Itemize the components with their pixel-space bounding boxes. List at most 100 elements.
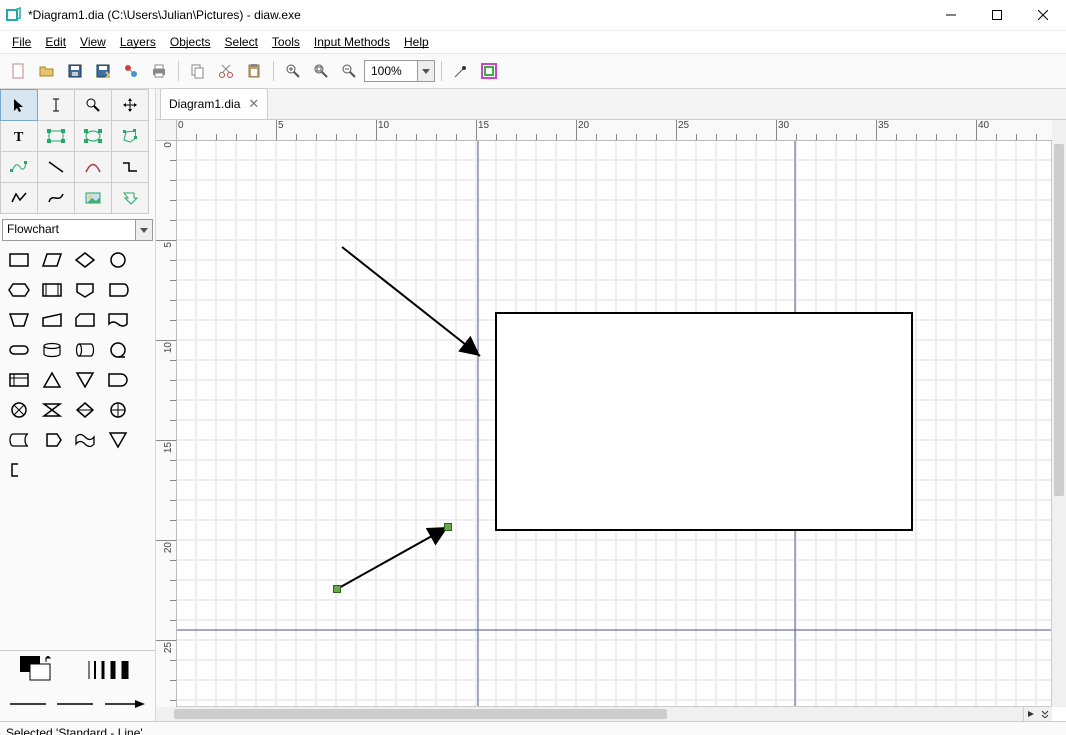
tool-pointer[interactable]	[0, 89, 38, 121]
shapeset-selector[interactable]: Flowchart	[2, 219, 153, 241]
tab-close-icon[interactable]: ✕	[248, 96, 259, 112]
shape-sort[interactable]	[68, 395, 101, 425]
snap-point-button[interactable]	[448, 58, 474, 84]
object-arrow-2-selected[interactable]	[337, 527, 448, 589]
paste-button[interactable]	[241, 58, 267, 84]
save-as-button[interactable]	[90, 58, 116, 84]
shape-internal[interactable]	[2, 365, 35, 395]
shape-terminal[interactable]	[2, 335, 35, 365]
tool-image[interactable]	[74, 182, 112, 214]
shape-delay[interactable]	[101, 365, 134, 395]
tool-outline[interactable]	[111, 182, 149, 214]
canvas-objects-layer	[176, 140, 1052, 707]
shape-manual-input[interactable]	[35, 305, 68, 335]
shape-or[interactable]	[101, 395, 134, 425]
zoom-fit-button[interactable]	[308, 58, 334, 84]
shape-offpage[interactable]	[68, 275, 101, 305]
menu-edit[interactable]: Edit	[39, 33, 72, 51]
document-tab[interactable]: Diagram1.dia ✕	[160, 88, 268, 119]
shape-merge[interactable]	[68, 365, 101, 395]
shapeset-dropdown-icon[interactable]	[135, 220, 152, 240]
print-button[interactable]	[146, 58, 172, 84]
drawing-canvas[interactable]	[176, 140, 1052, 707]
tool-ellipse[interactable]	[74, 120, 112, 152]
shape-tape[interactable]	[68, 425, 101, 455]
snap-object-button[interactable]	[476, 58, 502, 84]
arrow-end-style[interactable]	[103, 698, 147, 710]
scrollbar-h-thumb[interactable]	[174, 709, 667, 719]
minimize-button[interactable]	[928, 0, 974, 30]
selection-handle-start[interactable]	[333, 585, 341, 593]
copy-button[interactable]	[185, 58, 211, 84]
shape-manual-op[interactable]	[2, 305, 35, 335]
cut-button[interactable]	[213, 58, 239, 84]
tool-bezierline[interactable]	[37, 182, 75, 214]
save-button[interactable]	[62, 58, 88, 84]
menu-input-methods[interactable]: Input Methods	[308, 33, 396, 51]
nav-right-icon	[1027, 710, 1035, 718]
close-button[interactable]	[1020, 0, 1066, 30]
shape-document[interactable]	[101, 305, 134, 335]
shape-loop[interactable]	[35, 425, 68, 455]
zoom-combo[interactable]: 100%	[364, 60, 435, 82]
export-button[interactable]	[118, 58, 144, 84]
tool-text-edit[interactable]	[37, 89, 75, 121]
shape-collate[interactable]	[35, 395, 68, 425]
shape-predefined[interactable]	[35, 275, 68, 305]
shape-connector[interactable]	[101, 245, 134, 275]
shape-annotation[interactable]	[2, 455, 35, 485]
shape-display[interactable]	[101, 275, 134, 305]
fg-bg-swatch[interactable]	[20, 656, 52, 682]
zoom-out-button[interactable]	[336, 58, 362, 84]
tool-polygon[interactable]	[111, 120, 149, 152]
nav-arrows[interactable]	[1023, 707, 1052, 721]
shape-direct-data[interactable]	[68, 335, 101, 365]
tool-line[interactable]	[37, 151, 75, 183]
tool-arc[interactable]	[74, 151, 112, 183]
menu-select[interactable]: Select	[219, 33, 264, 51]
menu-layers[interactable]: Layers	[114, 33, 162, 51]
menu-tools[interactable]: Tools	[266, 33, 306, 51]
status-text: Selected 'Standard - Line'	[6, 726, 143, 735]
shape-database[interactable]	[35, 335, 68, 365]
object-rectangle[interactable]	[496, 313, 912, 530]
object-arrow-1[interactable]	[342, 247, 480, 356]
new-button[interactable]	[6, 58, 32, 84]
shape-sequential[interactable]	[101, 335, 134, 365]
maximize-button[interactable]	[974, 0, 1020, 30]
menu-objects[interactable]: Objects	[164, 33, 217, 51]
shape-stored-data[interactable]	[2, 425, 35, 455]
line-style[interactable]	[55, 698, 95, 710]
line-weight-preview[interactable]	[85, 657, 135, 681]
tool-scroll[interactable]	[111, 89, 149, 121]
arrow-start-style[interactable]	[8, 698, 48, 710]
status-bar: Selected 'Standard - Line'	[0, 721, 1066, 735]
tool-text[interactable]: T	[0, 120, 38, 152]
ruler-vertical[interactable]: 0510152025	[156, 140, 177, 707]
tool-box[interactable]	[37, 120, 75, 152]
shape-preparation[interactable]	[2, 275, 35, 305]
shape-decision[interactable]	[68, 245, 101, 275]
scrollbar-v-thumb[interactable]	[1054, 144, 1064, 496]
shape-tape2[interactable]	[101, 425, 134, 455]
zoom-in-button[interactable]	[280, 58, 306, 84]
shape-process[interactable]	[2, 245, 35, 275]
selection-handle-end[interactable]	[444, 523, 452, 531]
open-button[interactable]	[34, 58, 60, 84]
menu-file[interactable]: File	[6, 33, 37, 51]
ruler-horizontal[interactable]: 0510152025303540	[176, 120, 1052, 141]
tool-zoom[interactable]	[74, 89, 112, 121]
menu-view[interactable]: View	[74, 33, 112, 51]
tool-polyline[interactable]	[0, 182, 38, 214]
shape-card[interactable]	[68, 305, 101, 335]
zoom-dropdown-icon[interactable]	[417, 61, 434, 81]
shape-extract[interactable]	[35, 365, 68, 395]
tool-bezier[interactable]	[0, 151, 38, 183]
tool-zigzag[interactable]	[111, 151, 149, 183]
zoom-value[interactable]: 100%	[365, 64, 417, 78]
menu-help[interactable]: Help	[398, 33, 435, 51]
shape-sum[interactable]	[2, 395, 35, 425]
shape-data[interactable]	[35, 245, 68, 275]
scrollbar-horizontal[interactable]	[156, 706, 1052, 721]
scrollbar-vertical[interactable]	[1051, 120, 1066, 707]
